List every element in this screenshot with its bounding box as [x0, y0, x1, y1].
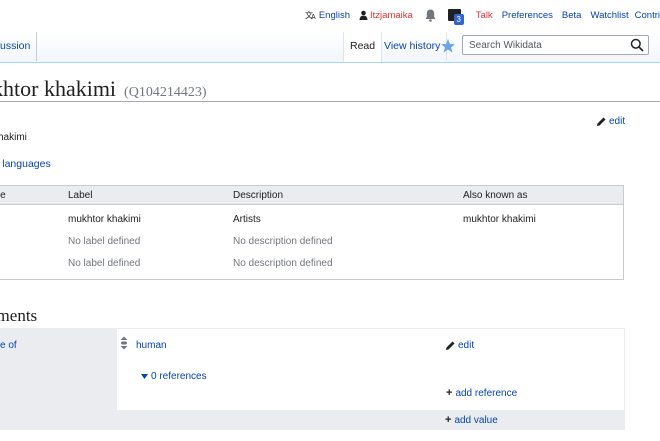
row-label: mukhtor khakimi: [68, 214, 141, 225]
header-also-known-as: Also known as: [463, 190, 528, 201]
property-link[interactable]: ce of: [0, 340, 17, 351]
add-value-bar: + add value: [116, 411, 625, 430]
statement-body: human edit 0 references + add reference: [116, 328, 625, 411]
beta-link[interactable]: Beta: [562, 10, 582, 21]
plus-icon: +: [445, 414, 452, 426]
watchlist-link[interactable]: Watchlist: [590, 10, 628, 21]
terms-table: age Label Description Also known as n mu…: [0, 185, 624, 280]
header-language: age: [0, 190, 6, 201]
add-reference-button[interactable]: + add reference: [446, 387, 517, 399]
row-label: No label defined: [68, 258, 141, 269]
plus-icon: +: [446, 387, 453, 399]
search-box: [462, 35, 649, 55]
header-label: Label: [68, 190, 93, 201]
tab-view-history[interactable]: View history: [378, 32, 448, 61]
item-label: khtor khakimi: [0, 76, 117, 101]
content-area: khtor khakimi (Q104214423) khakimi edit r…: [0, 62, 660, 441]
edit-label: edit: [609, 116, 626, 127]
tab-discussion[interactable]: ussion: [0, 32, 38, 61]
translate-icon: 文 A: [305, 10, 316, 20]
alerts-button[interactable]: [425, 9, 436, 22]
bell-icon: [425, 9, 436, 22]
watch-star-icon[interactable]: [440, 38, 456, 54]
svg-text:A: A: [311, 14, 316, 20]
title-divider: [0, 101, 660, 102]
personal-toolbar: 文 A English Itzjamaika 3 Talk Preference…: [296, 6, 660, 25]
user-link[interactable]: Itzjamaika: [359, 10, 413, 21]
references-toggle[interactable]: 0 references: [141, 371, 207, 382]
edit-statement-button[interactable]: edit: [445, 340, 474, 351]
references-count: 0 references: [151, 371, 207, 382]
preferences-link[interactable]: Preferences: [502, 10, 553, 21]
username-label: Itzjamaika: [370, 9, 413, 21]
add-reference-label: add reference: [455, 387, 518, 399]
edit-terms-button[interactable]: edit: [596, 116, 625, 127]
page-title: khtor khakimi (Q104214423): [0, 76, 206, 102]
add-value-button[interactable]: + add value: [445, 414, 498, 426]
rank-selector-icon[interactable]: [120, 336, 128, 350]
notices-button[interactable]: 3: [447, 8, 464, 25]
terms-header-row: [0, 186, 623, 205]
row-description: No description defined: [233, 258, 333, 269]
statement-value-link[interactable]: human: [136, 340, 167, 351]
pencil-icon: [597, 117, 606, 126]
search-icon[interactable]: [630, 38, 644, 52]
contributions-link[interactable]: Contri: [635, 10, 660, 21]
row-label: No label defined: [68, 236, 141, 247]
tray-icon: 3: [447, 8, 464, 25]
row-description: No description defined: [233, 236, 333, 247]
row-description: Artists: [233, 214, 261, 225]
pencil-icon: [446, 341, 455, 350]
user-icon: [359, 10, 368, 20]
more-languages-link[interactable]: re languages: [0, 158, 51, 170]
caret-down-icon: [141, 374, 148, 379]
row-aliases: mukhtor khakimi: [463, 214, 536, 225]
alias-line: khakimi: [0, 132, 27, 143]
add-value-label: add value: [454, 414, 498, 426]
statement-property-cell: ce of: [0, 328, 116, 430]
notification-badge: 3: [453, 14, 464, 25]
language-selector[interactable]: 文 A English: [305, 10, 350, 21]
talk-link[interactable]: Talk: [476, 10, 493, 21]
edit-label: edit: [458, 340, 475, 351]
tab-read[interactable]: Read: [343, 32, 383, 62]
language-label: English: [318, 9, 351, 21]
header-description: Description: [233, 190, 284, 201]
statements-heading: ements: [0, 306, 38, 325]
search-input[interactable]: [463, 36, 619, 55]
item-id: (Q104214423): [124, 85, 207, 100]
